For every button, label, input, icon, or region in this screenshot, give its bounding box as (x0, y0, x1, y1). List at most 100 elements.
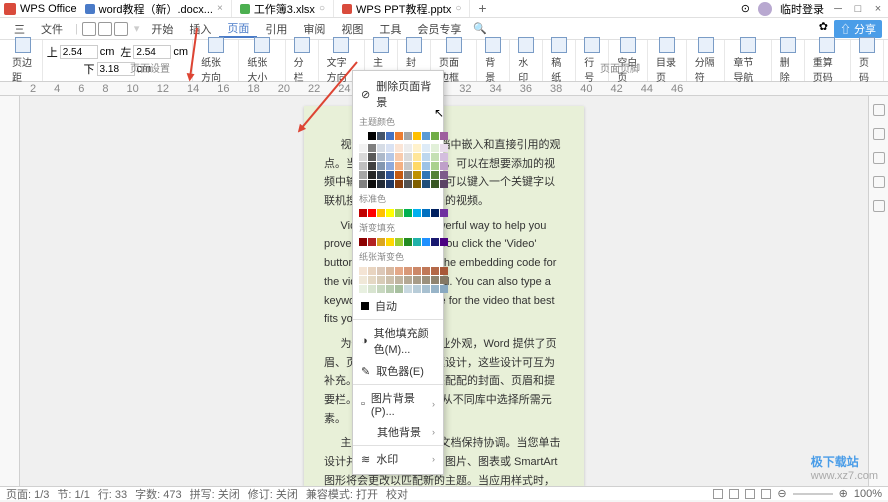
color-swatch[interactable] (440, 162, 448, 170)
color-swatch[interactable] (368, 180, 376, 188)
menu-start[interactable]: 开始 (143, 21, 181, 37)
color-swatch[interactable] (377, 153, 385, 161)
color-swatch[interactable] (440, 238, 448, 246)
color-swatch[interactable] (440, 267, 448, 275)
color-swatch[interactable] (395, 238, 403, 246)
color-swatch[interactable] (368, 144, 376, 152)
sidebar-shape-icon[interactable] (873, 176, 885, 188)
color-swatch[interactable] (395, 209, 403, 217)
color-swatch[interactable] (359, 209, 367, 217)
color-swatch[interactable] (395, 285, 403, 293)
color-swatch[interactable] (386, 180, 394, 188)
status-revision[interactable]: 修订: 关闭 (248, 486, 298, 502)
color-swatch[interactable] (422, 153, 430, 161)
color-swatch[interactable] (431, 267, 439, 275)
color-swatch[interactable] (404, 285, 412, 293)
color-swatch[interactable] (440, 285, 448, 293)
maximize-button[interactable]: □ (852, 3, 864, 15)
color-swatch[interactable] (368, 267, 376, 275)
menu-three[interactable]: 三 (6, 21, 33, 37)
color-swatch[interactable] (386, 238, 394, 246)
zoom-slider[interactable] (793, 493, 833, 495)
chapter-nav-button[interactable]: 章节导航 (731, 37, 764, 84)
color-swatch[interactable] (395, 276, 403, 284)
vertical-ruler[interactable] (0, 96, 20, 486)
sidebar-edit-icon[interactable] (873, 104, 885, 116)
color-swatch[interactable] (386, 171, 394, 179)
status-section[interactable]: 节: 1/1 (57, 486, 89, 502)
color-swatch[interactable] (386, 153, 394, 161)
color-swatch[interactable] (413, 144, 421, 152)
color-swatch[interactable] (422, 267, 430, 275)
login-text[interactable]: 临时登录 (780, 1, 824, 17)
other-fill-item[interactable]: ◑其他填充颜色(M)... (353, 322, 443, 360)
color-swatch[interactable] (422, 162, 430, 170)
zoom-level[interactable]: 100% (854, 488, 882, 500)
margin-top-input[interactable] (60, 45, 98, 59)
color-swatch[interactable] (377, 238, 385, 246)
color-swatch[interactable] (368, 171, 376, 179)
color-swatch[interactable] (368, 285, 376, 293)
color-swatch[interactable] (368, 132, 376, 140)
color-swatch[interactable] (386, 144, 394, 152)
margins-button[interactable]: 页边距 (10, 37, 36, 84)
status-proof[interactable]: 校对 (386, 486, 408, 502)
color-swatch[interactable] (386, 132, 394, 140)
color-swatch[interactable] (359, 171, 367, 179)
columns-button[interactable]: 分栏 (292, 37, 312, 84)
color-swatch[interactable] (368, 162, 376, 170)
color-swatch[interactable] (404, 209, 412, 217)
search-icon[interactable]: 🔍 (473, 22, 487, 35)
color-swatch[interactable] (359, 238, 367, 246)
color-swatch[interactable] (377, 267, 385, 275)
color-swatch[interactable] (413, 209, 421, 217)
share-button[interactable]: ⇧ 分享 (834, 20, 882, 38)
zoom-in-button[interactable]: ⊕ (839, 487, 848, 500)
color-swatch[interactable] (377, 162, 385, 170)
color-swatch[interactable] (404, 132, 412, 140)
color-swatch[interactable] (386, 209, 394, 217)
sidebar-settings-icon[interactable] (873, 200, 885, 212)
color-swatch[interactable] (422, 238, 430, 246)
notification-icon[interactable]: ⊙ (741, 2, 750, 15)
color-swatch[interactable] (386, 162, 394, 170)
tab-xlsx[interactable]: 工作簿3.xlsx○ (232, 0, 334, 17)
color-swatch[interactable] (422, 180, 430, 188)
view-mode-icon[interactable] (729, 489, 739, 499)
toc-page-button[interactable]: 目录页 (654, 37, 680, 84)
skin-icon[interactable]: ✿ (819, 20, 828, 38)
color-swatch[interactable] (431, 153, 439, 161)
color-swatch[interactable] (431, 171, 439, 179)
color-swatch[interactable] (431, 209, 439, 217)
color-swatch[interactable] (377, 132, 385, 140)
color-swatch[interactable] (386, 267, 394, 275)
tab-word-doc[interactable]: word教程（新）.docx...× (77, 0, 232, 17)
color-swatch[interactable] (395, 171, 403, 179)
color-swatch[interactable] (404, 238, 412, 246)
color-swatch[interactable] (404, 267, 412, 275)
color-swatch[interactable] (440, 144, 448, 152)
menu-review[interactable]: 审阅 (295, 21, 333, 37)
color-swatch[interactable] (368, 276, 376, 284)
color-swatch[interactable] (395, 180, 403, 188)
save-icon[interactable] (82, 22, 96, 36)
delete-bg-item[interactable]: ⊘删除页面背景 (353, 75, 443, 113)
color-swatch[interactable] (413, 171, 421, 179)
color-swatch[interactable] (395, 267, 403, 275)
color-swatch[interactable] (422, 276, 430, 284)
color-swatch[interactable] (431, 285, 439, 293)
color-swatch[interactable] (377, 171, 385, 179)
color-swatch[interactable] (413, 276, 421, 284)
color-swatch[interactable] (413, 180, 421, 188)
margin-bot-input[interactable] (97, 62, 135, 76)
color-swatch[interactable] (431, 276, 439, 284)
picture-bg-item[interactable]: ▫图片背景(P)...› (353, 387, 443, 421)
color-swatch[interactable] (440, 209, 448, 217)
sidebar-select-icon[interactable] (873, 152, 885, 164)
color-swatch[interactable] (377, 144, 385, 152)
close-icon[interactable]: ○ (319, 3, 325, 14)
color-swatch[interactable] (359, 276, 367, 284)
auto-color-item[interactable]: 自动 (353, 295, 443, 317)
status-spell[interactable]: 拼写: 关闭 (190, 486, 240, 502)
color-swatch[interactable] (359, 285, 367, 293)
